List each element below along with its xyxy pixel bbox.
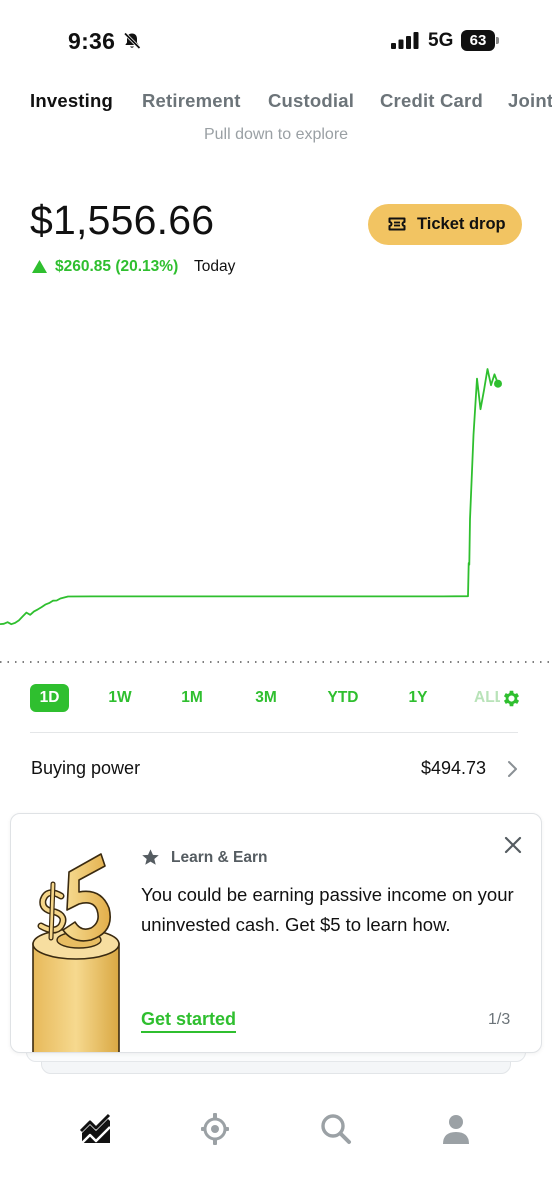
tab-joint[interactable]: Joint [508, 90, 552, 112]
range-all[interactable]: ALL [474, 684, 500, 712]
tab-custodial[interactable]: Custodial [268, 90, 354, 112]
portfolio-value: $1,556.66 [30, 197, 215, 243]
divider [30, 732, 518, 733]
battery-icon: 63 [461, 30, 499, 51]
chevron-right-icon [508, 761, 517, 777]
buying-power-label: Buying power [31, 758, 141, 778]
chart-settings-gear-icon[interactable] [501, 688, 522, 709]
portfolio-chart[interactable] [0, 355, 552, 675]
range-3m[interactable]: 3M [246, 684, 286, 712]
star-icon [142, 849, 159, 865]
range-1d[interactable]: 1D [30, 684, 69, 712]
tab-credit-card[interactable]: Credit Card [380, 90, 483, 112]
bottom-nav [0, 1095, 552, 1165]
account-icon[interactable] [438, 1111, 474, 1147]
investing-chart-icon[interactable] [78, 1111, 114, 1147]
ticket-icon [388, 217, 406, 231]
range-selector: 1D 1W 1M 3M YTD 1Y ALL [0, 684, 552, 714]
chart-end-dot [494, 379, 502, 388]
range-1w[interactable]: 1W [101, 684, 139, 712]
range-1y[interactable]: 1Y [399, 684, 437, 712]
pull-hint: Pull down to explore [203, 126, 349, 143]
eyebrow-label: Learn & Earn [171, 849, 268, 866]
status-bar: 9:36 5G 63 [0, 0, 552, 80]
ticket-drop-button[interactable]: Ticket drop [368, 204, 522, 245]
bell-muted-icon [123, 32, 141, 50]
battery-level: 63 [469, 32, 487, 49]
learn-earn-card[interactable]: Learn & Earn You could be earning passiv… [10, 813, 542, 1053]
change-period: Today [194, 258, 236, 275]
card-pager: 1/3 [488, 1011, 511, 1028]
range-1m[interactable]: 1M [173, 684, 211, 712]
network-label: 5G [428, 30, 454, 51]
buying-power-row[interactable]: Buying power $494.73 [0, 750, 552, 790]
chart-svg [0, 368, 552, 663]
close-icon[interactable] [502, 834, 524, 856]
signal-icon [391, 32, 419, 49]
card-body-text: You could be earning passive income on y… [141, 884, 514, 935]
five-dollar-pedestal-illustration [32, 853, 120, 1052]
chart-series-line [0, 368, 499, 626]
tab-retirement[interactable]: Retirement [142, 90, 241, 112]
crypto-icon[interactable] [197, 1111, 233, 1147]
change-value: $260.85 (20.13%) [55, 258, 179, 275]
tab-investing[interactable]: Investing [30, 90, 113, 112]
ticket-drop-label: Ticket drop [417, 215, 506, 233]
status-time: 9:36 [68, 28, 116, 54]
search-icon[interactable] [318, 1111, 354, 1147]
range-ytd[interactable]: YTD [322, 684, 364, 712]
get-started-link[interactable]: Get started [141, 1009, 237, 1033]
up-triangle-icon [32, 260, 47, 273]
buying-power-value: $494.73 [421, 758, 487, 778]
